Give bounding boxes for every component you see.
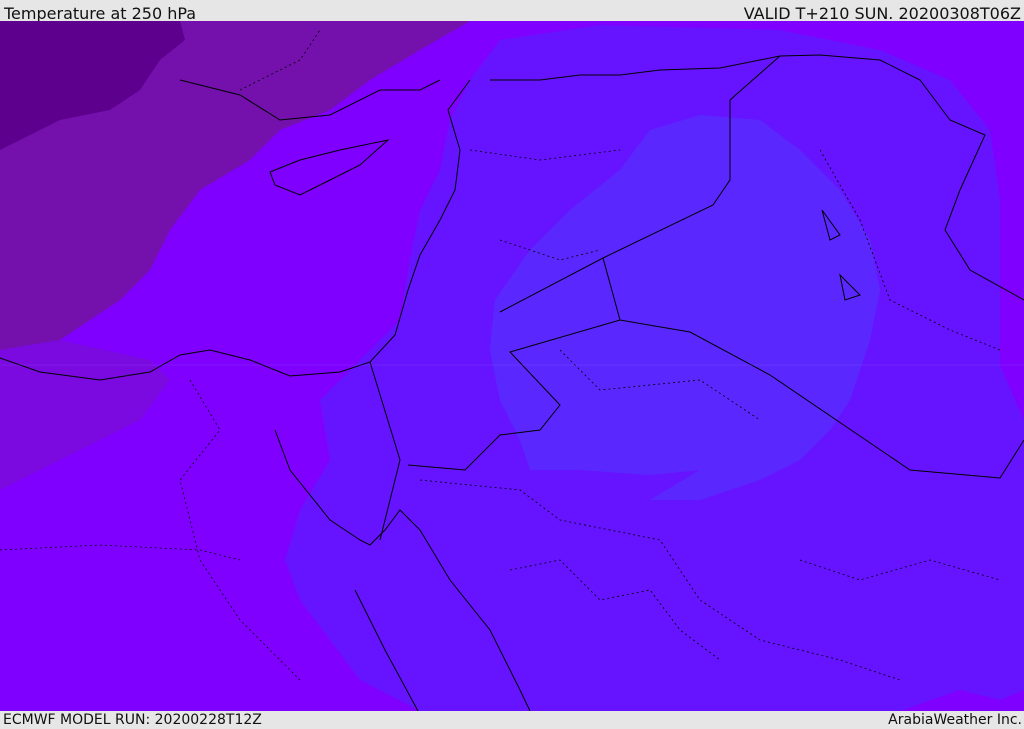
credit: ArabiaWeather Inc. [888, 712, 1022, 728]
temperature-map [0, 21, 1024, 711]
header-bar: Temperature at 250 hPa VALID T+210 SUN. … [0, 0, 1024, 23]
model-run: ECMWF MODEL RUN: 20200228T12Z [3, 712, 262, 728]
footer-bar: ECMWF MODEL RUN: 20200228T12Z ArabiaWeat… [0, 711, 1024, 729]
